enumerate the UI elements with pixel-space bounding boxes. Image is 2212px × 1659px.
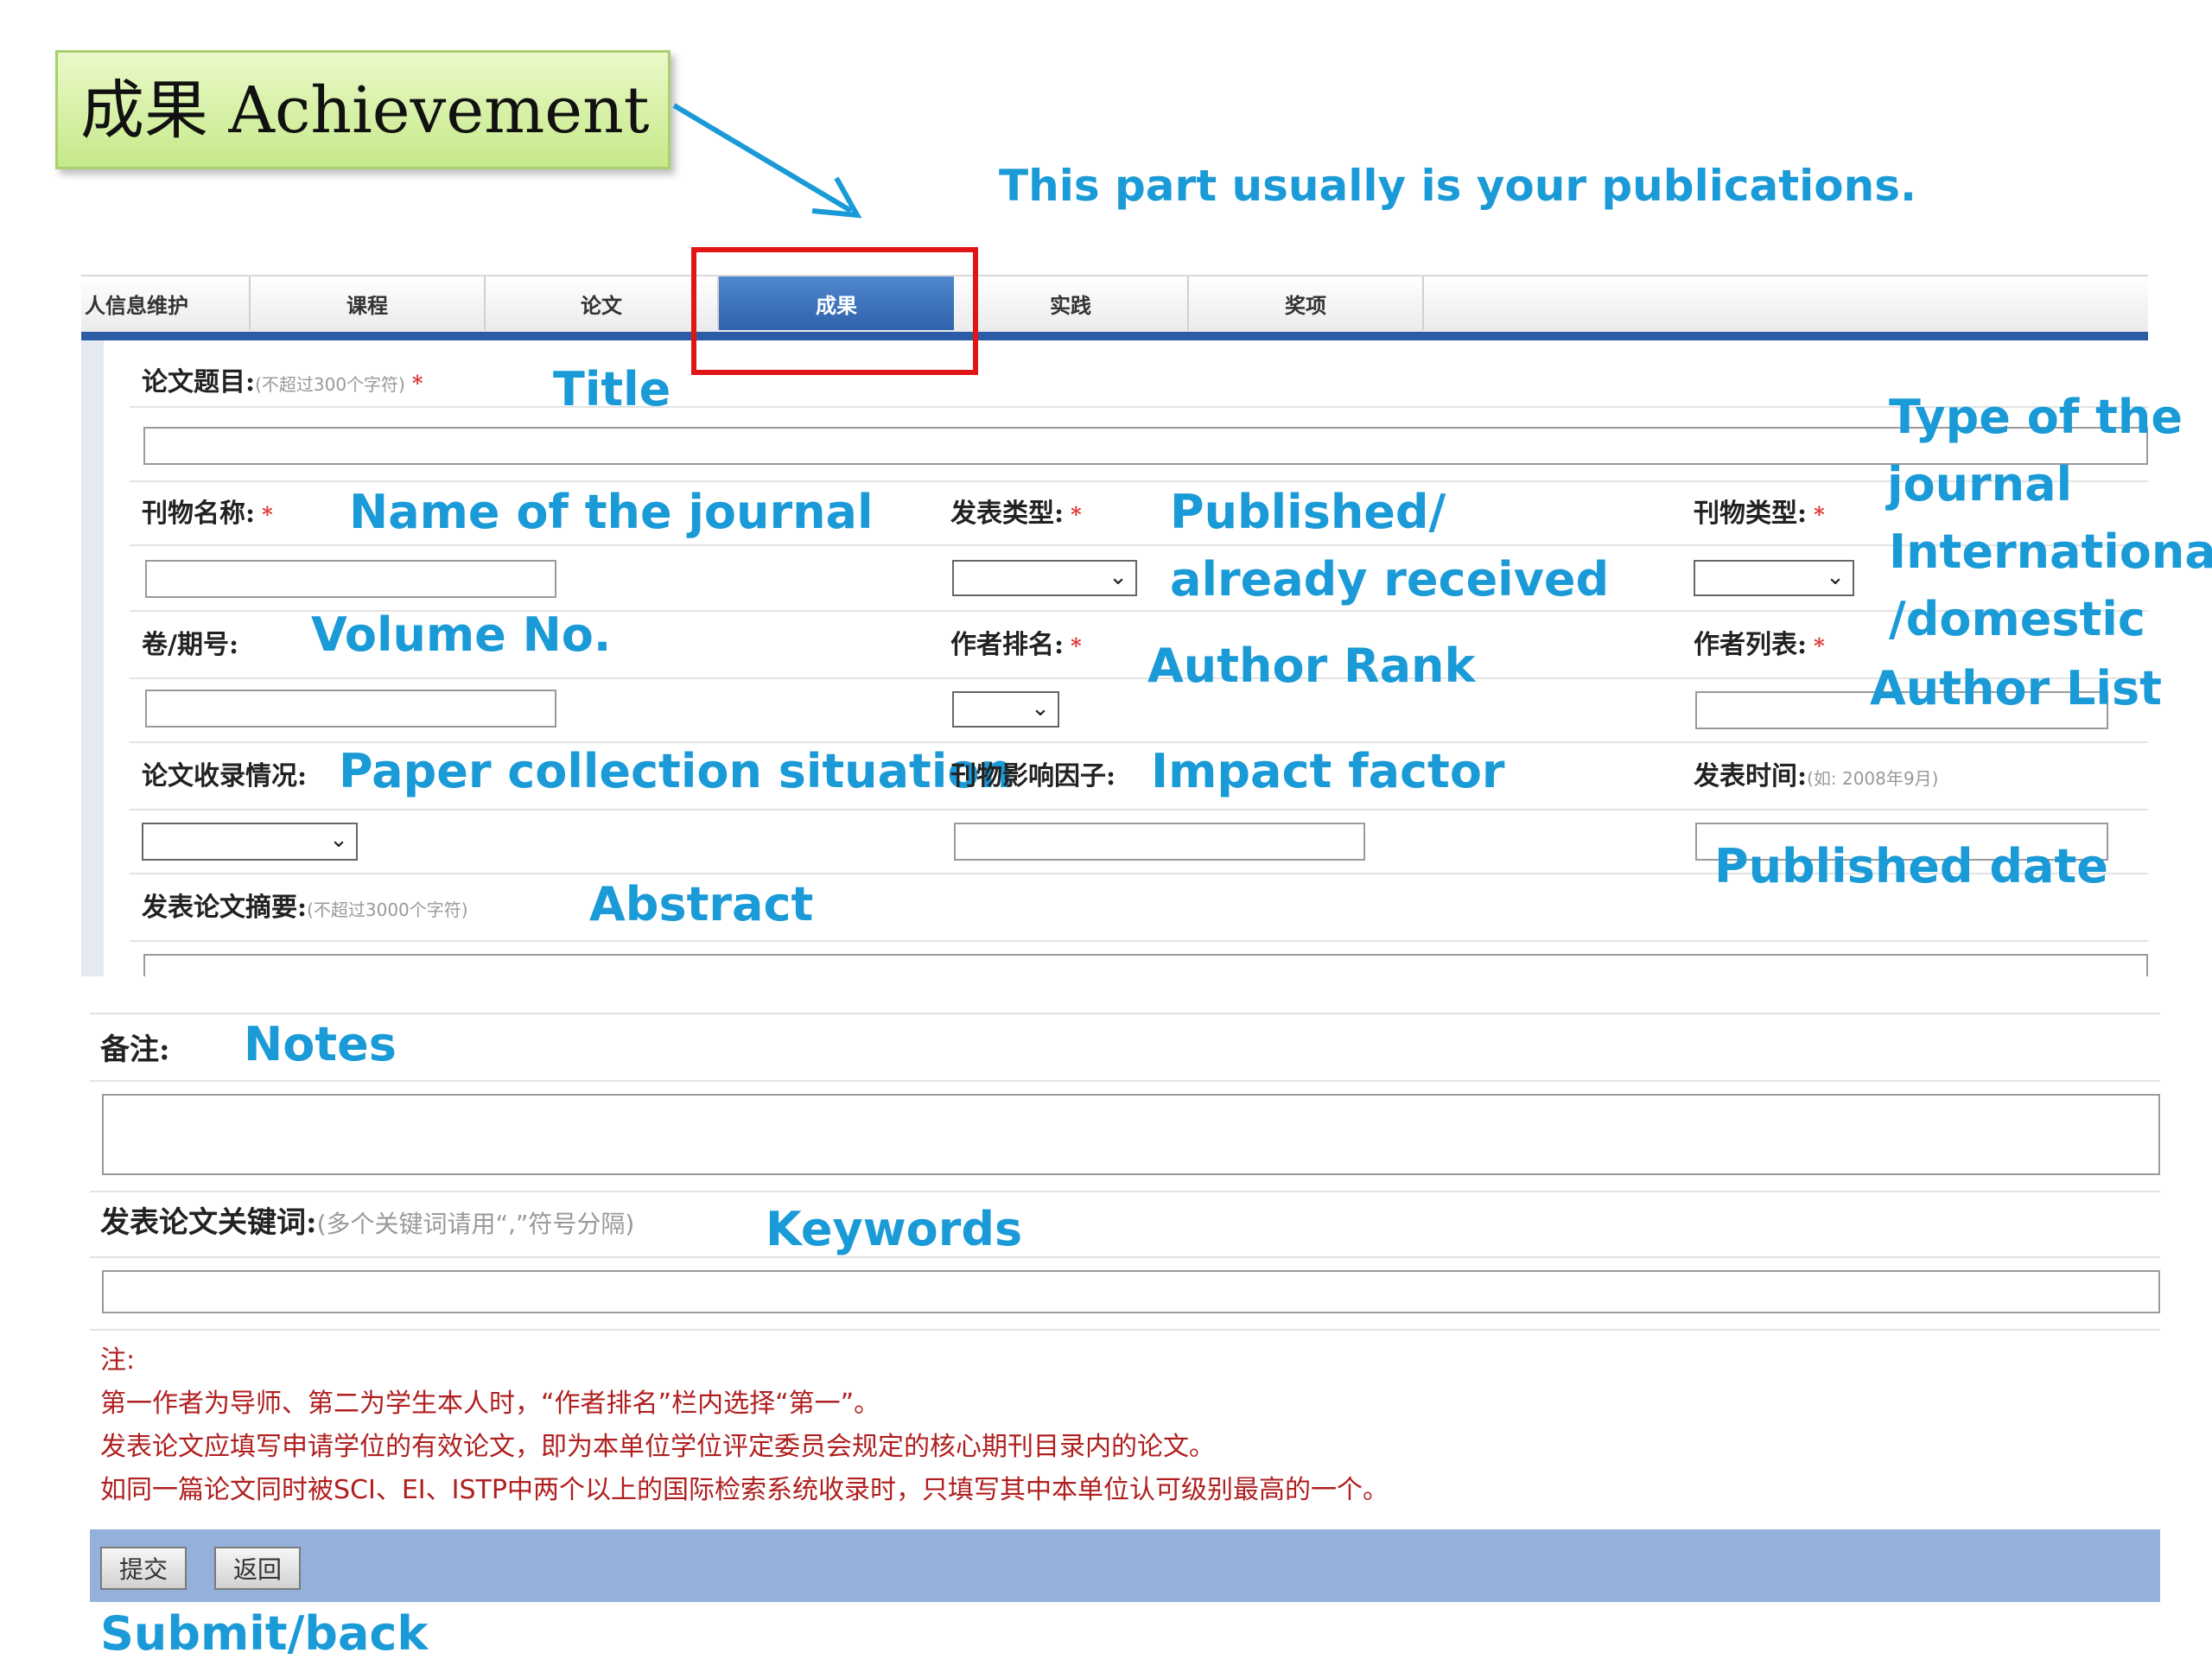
journal-name-annotation: Name of the journal xyxy=(349,485,874,539)
author-rank-select[interactable]: ⌄ xyxy=(952,691,1059,728)
chevron-down-icon: ⌄ xyxy=(1826,564,1845,590)
required-marker: * xyxy=(1071,502,1082,527)
required-marker: * xyxy=(1814,502,1825,527)
divider xyxy=(130,544,2148,546)
chevron-down-icon: ⌄ xyxy=(1109,564,1128,590)
collection-label: 论文收录情况: xyxy=(142,761,308,791)
publish-type-label: 发表类型: * xyxy=(950,499,1082,529)
required-marker: * xyxy=(411,371,423,396)
publications-annotation: This part usually is your publications. xyxy=(999,161,1916,211)
divider xyxy=(90,1256,2160,1258)
remark-line: 发表论文应填写申请学位的有效论文，即为本单位学位评定委员会规定的核心期刊目录内的… xyxy=(100,1432,1215,1462)
submit-button[interactable]: 提交 xyxy=(100,1547,187,1590)
chevron-down-icon: ⌄ xyxy=(329,827,348,853)
author-rank-annotation: Author Rank xyxy=(1147,639,1476,693)
divider xyxy=(130,480,2148,482)
journal-type-select[interactable]: ⌄ xyxy=(1694,560,1854,596)
keywords-hint: (多个关键词请用“,”符号分隔) xyxy=(316,1210,635,1238)
publish-type-annotation: already received xyxy=(1170,552,1610,607)
divider xyxy=(130,940,2148,942)
tab-bar: 人信息维护 课程 论文 成果 实践 奖项 xyxy=(81,275,2148,334)
keywords-label: 发表论文关键词:(多个关键词请用“,”符号分隔) xyxy=(100,1205,635,1240)
impact-factor-input[interactable] xyxy=(954,823,1365,861)
form-left-strip xyxy=(81,340,104,976)
author-list-label: 作者列表: * xyxy=(1694,630,1825,660)
tab-personal-info[interactable]: 人信息维护 xyxy=(81,276,251,330)
required-marker: * xyxy=(1814,633,1825,658)
tab-awards[interactable]: 奖项 xyxy=(1189,276,1424,330)
divider xyxy=(90,1329,2160,1331)
notes-annotation: Notes xyxy=(244,1017,397,1071)
title-hint: (不超过300个字符) xyxy=(255,374,405,395)
divider xyxy=(90,1080,2160,1082)
abstract-annotation: Abstract xyxy=(589,877,814,931)
form-footer-bar: 提交 返回 xyxy=(90,1529,2160,1602)
divider xyxy=(130,741,2148,743)
divider xyxy=(90,1191,2160,1192)
title-annotation: Title xyxy=(553,362,671,416)
publish-type-select[interactable]: ⌄ xyxy=(952,560,1137,596)
collection-select[interactable]: ⌄ xyxy=(142,823,358,861)
abstract-hint: (不超过3000个字符) xyxy=(307,899,468,920)
remarks-heading: 注: xyxy=(100,1345,136,1376)
notes-textarea[interactable] xyxy=(102,1094,2160,1175)
publish-date-label: 发表时间:(如: 2008年9月) xyxy=(1694,761,1939,791)
required-marker: * xyxy=(262,502,273,527)
abstract-textarea[interactable] xyxy=(143,954,2148,976)
journal-name-label: 刊物名称: * xyxy=(142,499,273,529)
author-list-annotation: Author List xyxy=(1870,661,2162,715)
remark-line: 第一作者为导师、第二为学生本人时，“作者排名”栏内选择“第一”。 xyxy=(100,1389,880,1419)
tab-papers[interactable]: 论文 xyxy=(486,276,719,330)
publish-date-hint: (如: 2008年9月) xyxy=(1807,768,1939,789)
journal-type-label: 刊物类型: * xyxy=(1694,499,1825,529)
keywords-input[interactable] xyxy=(102,1270,2160,1313)
author-rank-label: 作者排名: * xyxy=(950,630,1082,660)
journal-name-input[interactable] xyxy=(145,560,556,598)
title-input[interactable] xyxy=(143,427,2148,465)
impact-factor-annotation: Impact factor xyxy=(1151,744,1505,798)
divider xyxy=(90,1013,2160,1014)
divider xyxy=(130,406,2148,408)
divider xyxy=(130,809,2148,810)
submit-back-annotation: Submit/back xyxy=(100,1606,429,1659)
active-tab-highlight xyxy=(691,247,978,375)
publish-date-annotation: Published date xyxy=(1714,839,2108,893)
journal-type-annotation: International xyxy=(1889,524,2212,579)
volume-annotation: Volume No. xyxy=(311,607,612,662)
required-marker: * xyxy=(1071,633,1082,658)
abstract-label: 发表论文摘要:(不超过3000个字符) xyxy=(142,893,468,923)
journal-type-annotation: journal xyxy=(1887,457,2073,512)
publish-type-annotation: Published/ xyxy=(1170,485,1446,539)
notes-label: 备注: xyxy=(100,1033,170,1067)
divider xyxy=(130,677,2148,679)
volume-input[interactable] xyxy=(145,690,556,728)
keywords-annotation: Keywords xyxy=(766,1202,1023,1256)
volume-label: 卷/期号: xyxy=(142,630,239,660)
remark-line: 如同一篇论文同时被SCI、EI、ISTP中两个以上的国际检索系统收录时，只填写其… xyxy=(100,1475,1389,1505)
title-label: 论文题目:(不超过300个字符) * xyxy=(142,367,423,397)
tab-practice[interactable]: 实践 xyxy=(954,276,1189,330)
back-button[interactable]: 返回 xyxy=(214,1547,301,1590)
tab-courses[interactable]: 课程 xyxy=(251,276,486,330)
journal-type-annotation: Type of the xyxy=(1889,390,2183,444)
collection-annotation: Paper collection situation xyxy=(339,744,1013,798)
chevron-down-icon: ⌄ xyxy=(1031,696,1050,721)
journal-type-annotation: /domestic xyxy=(1889,592,2145,646)
tab-underline xyxy=(81,332,2148,340)
impact-factor-label: 刊物影响因子: xyxy=(950,761,1116,791)
